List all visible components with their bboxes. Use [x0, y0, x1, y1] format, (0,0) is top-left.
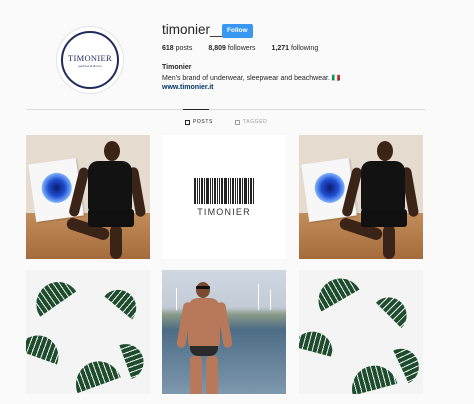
posts-stat: 618 posts [162, 45, 192, 52]
follow-button[interactable]: Follow [222, 24, 253, 38]
post-thumbnail[interactable] [26, 135, 150, 259]
brand-logo: TIMONIER qualcosa di diverso [61, 31, 119, 89]
profile-avatar[interactable]: TIMONIER qualcosa di diverso [56, 26, 124, 94]
following-stat[interactable]: 1,271 following [271, 45, 318, 52]
followers-count: 8,809 [208, 45, 226, 52]
followers-stat[interactable]: 8,809 followers [208, 45, 255, 52]
leaf-shape [375, 289, 415, 329]
posts-count: 618 [162, 45, 174, 52]
logo-wordmark: TIMONIER [68, 52, 112, 63]
tab-tagged-label: TAGGED [243, 119, 268, 125]
post-thumbnail[interactable]: TIMONIER [162, 135, 286, 259]
post-thumbnail[interactable] [299, 270, 423, 394]
post-thumbnail[interactable] [299, 135, 423, 259]
post-thumbnail[interactable] [162, 270, 286, 394]
bio-text: Men's brand of underwear, sleepwear and … [162, 75, 341, 82]
leaf-shape [26, 329, 65, 365]
leaf-shape [27, 273, 77, 317]
leaf-shape [299, 327, 337, 357]
barcode-graphic [194, 177, 254, 204]
tabs-divider [26, 109, 425, 110]
tab-posts-label: POSTS [193, 119, 213, 125]
barcode-brand: TIMONIER [197, 206, 251, 217]
post-thumbnail[interactable] [26, 270, 150, 394]
tab-posts[interactable]: POSTS [185, 119, 213, 125]
following-label: following [290, 45, 319, 52]
leaf-shape [310, 270, 360, 312]
leaf-shape [119, 339, 149, 379]
leaf-shape [69, 354, 121, 394]
tab-tagged[interactable]: TAGGED [235, 119, 267, 125]
followers-label: followers [227, 45, 256, 52]
leaf-shape [393, 342, 423, 384]
bio-name: Timonier [162, 64, 192, 71]
website-link[interactable]: www.timonier.it [162, 84, 213, 91]
tag-icon [235, 119, 240, 125]
following-count: 1,271 [271, 45, 290, 52]
logo-tagline: qualcosa di diverso [78, 63, 102, 68]
leaf-shape [104, 282, 144, 320]
grid-icon [185, 119, 190, 125]
leaf-shape [346, 360, 398, 394]
profile-stats: 618 posts 8,809 followers 1,271 followin… [162, 45, 318, 52]
profile-username: timonier__ [162, 22, 226, 37]
posts-label: posts [175, 45, 193, 52]
active-tab-indicator [183, 109, 209, 110]
